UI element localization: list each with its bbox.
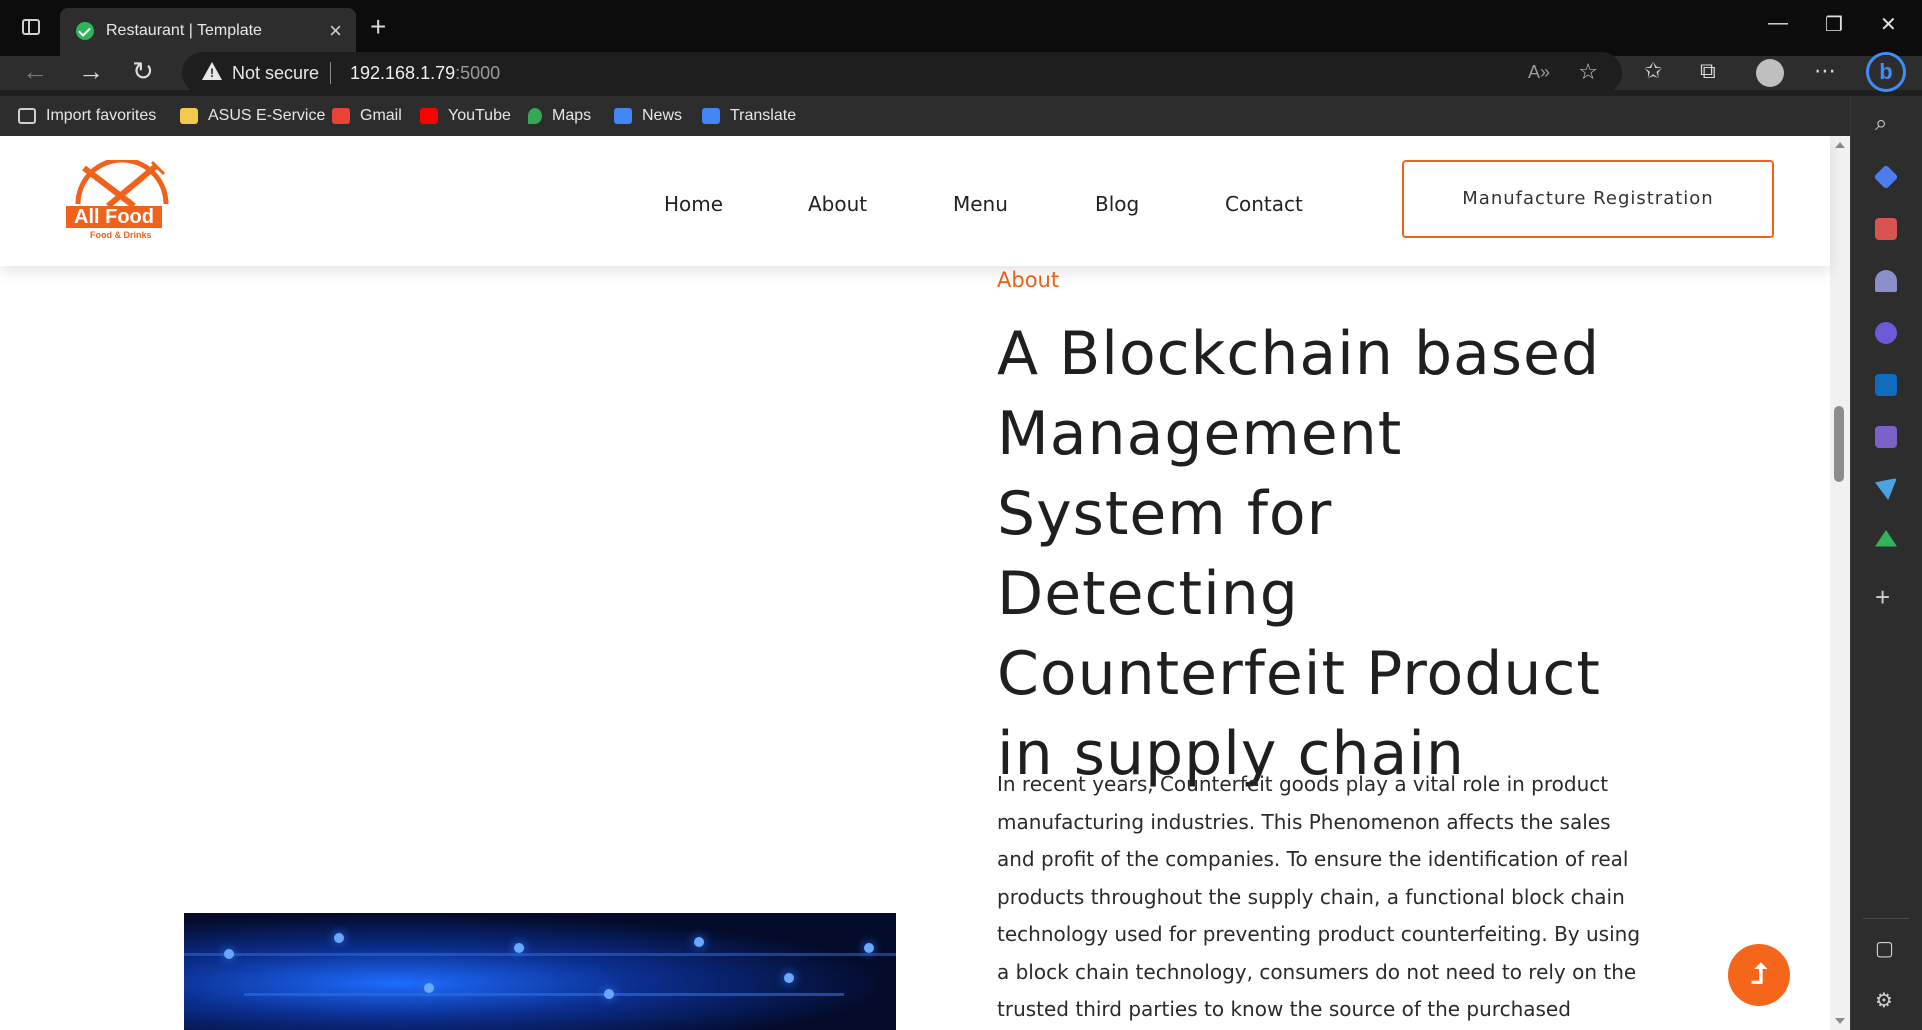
about-paragraph: In recent years, Counterfeit goods play …	[997, 772, 1641, 1021]
circuit-line	[184, 953, 896, 956]
bookmark-label: YouTube	[448, 107, 511, 124]
circuit-node	[514, 943, 524, 953]
tab-title: Restaurant | Template	[106, 22, 262, 39]
logo-name: All Food	[66, 206, 162, 228]
bookmark-label: Gmail	[360, 107, 402, 124]
bookmark-asus-eservice[interactable]: ASUS E-Service	[180, 105, 325, 127]
import-icon	[18, 108, 36, 124]
tree-icon[interactable]	[1875, 530, 1897, 547]
warning-icon	[202, 62, 222, 80]
news-icon	[614, 108, 632, 124]
scroll-to-top-button[interactable]: ⮥	[1728, 944, 1790, 1006]
tools-icon[interactable]	[1875, 218, 1897, 240]
reload-icon[interactable]: ↻	[132, 56, 154, 87]
address-bar[interactable]: Not secure 192.168.1.79:5000 A» ☆	[182, 52, 1622, 94]
translate-icon	[702, 108, 720, 124]
back-icon[interactable]: ←	[22, 56, 48, 87]
bookmark-youtube[interactable]: YouTube	[420, 105, 511, 127]
security-label[interactable]: Not secure	[232, 63, 319, 84]
youtube-icon	[420, 108, 438, 124]
maps-icon	[528, 108, 542, 124]
scrollbar-thumb[interactable]	[1834, 406, 1844, 482]
bookmark-label: Maps	[552, 107, 592, 124]
forward-icon[interactable]: →	[78, 56, 104, 87]
blockchain-circuit-image	[184, 913, 896, 1030]
shopping-icon[interactable]	[1873, 164, 1899, 190]
add-favorite-icon[interactable]: ☆	[1578, 59, 1598, 85]
sidebar-divider	[1863, 918, 1909, 919]
gmail-icon	[332, 108, 350, 124]
circuit-node	[224, 949, 234, 959]
outlook-icon[interactable]	[1875, 374, 1897, 396]
close-tab-icon[interactable]: ×	[329, 18, 342, 44]
fork-knife-logo-icon	[75, 157, 169, 209]
search-icon[interactable]: ⌕	[1875, 110, 1887, 136]
nav-blog[interactable]: Blog	[1095, 192, 1139, 216]
page-viewport: All Food Food & Drinks Home About Menu B…	[0, 136, 1850, 1030]
nav-about[interactable]: About	[808, 192, 867, 216]
bookmark-label: Translate	[730, 107, 797, 124]
url-text[interactable]: 192.168.1.79:5000	[350, 63, 500, 84]
close-window-icon[interactable]: ✕	[1880, 12, 1897, 37]
circuit-node	[694, 937, 704, 947]
bookmark-label: ASUS E-Service	[208, 107, 326, 124]
page-scrollbar[interactable]	[1830, 136, 1850, 1030]
more-options-icon[interactable]: ⋯	[1814, 58, 1836, 84]
site-favicon-icon	[76, 22, 94, 40]
bookmark-label: Import favorites	[46, 107, 157, 124]
circuit-node	[864, 943, 874, 953]
bookmark-import-favorites[interactable]: Import favorites	[18, 105, 156, 127]
browser-tab[interactable]: Restaurant | Template ×	[60, 8, 356, 56]
profile-avatar[interactable]	[1756, 59, 1784, 87]
read-aloud-icon[interactable]: A»	[1528, 62, 1550, 83]
scroll-down-arrow-icon[interactable]	[1835, 1018, 1845, 1024]
bookmark-label: News	[642, 107, 683, 124]
settings-gear-icon[interactable]: ⚙	[1875, 988, 1893, 1013]
bookmark-gmail[interactable]: Gmail	[332, 105, 402, 127]
send-icon[interactable]	[1875, 478, 1897, 500]
circuit-node	[334, 933, 344, 943]
new-tab-icon[interactable]: +	[370, 11, 386, 43]
bing-copilot-icon[interactable]: b	[1866, 52, 1906, 92]
circuit-line	[244, 993, 844, 996]
url-port: :5000	[455, 63, 501, 83]
address-separator	[330, 62, 331, 84]
tab-actions-icon[interactable]	[22, 19, 40, 35]
circuit-node	[604, 989, 614, 999]
circuit-node	[424, 983, 434, 993]
bookmark-news[interactable]: News	[614, 105, 682, 127]
maximize-icon[interactable]: ❐	[1825, 12, 1843, 37]
site-header: All Food Food & Drinks Home About Menu B…	[0, 136, 1830, 266]
browser-title-bar: Restaurant | Template × + — ❐ ✕	[0, 0, 1922, 56]
nav-home[interactable]: Home	[664, 192, 723, 216]
logo-tagline: Food & Drinks	[90, 230, 152, 240]
scroll-up-arrow-icon[interactable]	[1835, 142, 1845, 148]
bookmark-maps[interactable]: Maps	[528, 105, 591, 127]
circuit-node	[784, 973, 794, 983]
nav-contact[interactable]: Contact	[1225, 192, 1303, 216]
favorites-icon[interactable]: ✩	[1644, 58, 1662, 84]
add-sidebar-app-icon[interactable]: +	[1875, 582, 1890, 613]
manufacture-registration-button[interactable]: Manufacture Registration	[1402, 160, 1774, 238]
split-view-icon[interactable]: ▢	[1875, 936, 1894, 961]
bookmarks-bar: Import favorites ASUS E-Service Gmail Yo…	[0, 96, 1850, 136]
edge-sidebar: ⌕ + ▢ ⚙	[1850, 96, 1922, 1030]
bookmark-translate[interactable]: Translate	[702, 105, 796, 127]
folder-icon	[180, 108, 198, 124]
page-title: A Blockchain based Management System for…	[997, 319, 1601, 789]
designer-icon[interactable]	[1875, 426, 1897, 448]
games-icon[interactable]	[1875, 270, 1897, 292]
collections-icon[interactable]: ⧉	[1700, 58, 1716, 84]
microsoft365-icon[interactable]	[1875, 322, 1897, 344]
url-host: 192.168.1.79	[350, 63, 456, 83]
section-label: About	[997, 268, 1060, 292]
nav-menu[interactable]: Menu	[953, 192, 1008, 216]
site-logo[interactable]: All Food Food & Drinks	[56, 157, 188, 244]
minimize-icon[interactable]: —	[1768, 12, 1788, 35]
